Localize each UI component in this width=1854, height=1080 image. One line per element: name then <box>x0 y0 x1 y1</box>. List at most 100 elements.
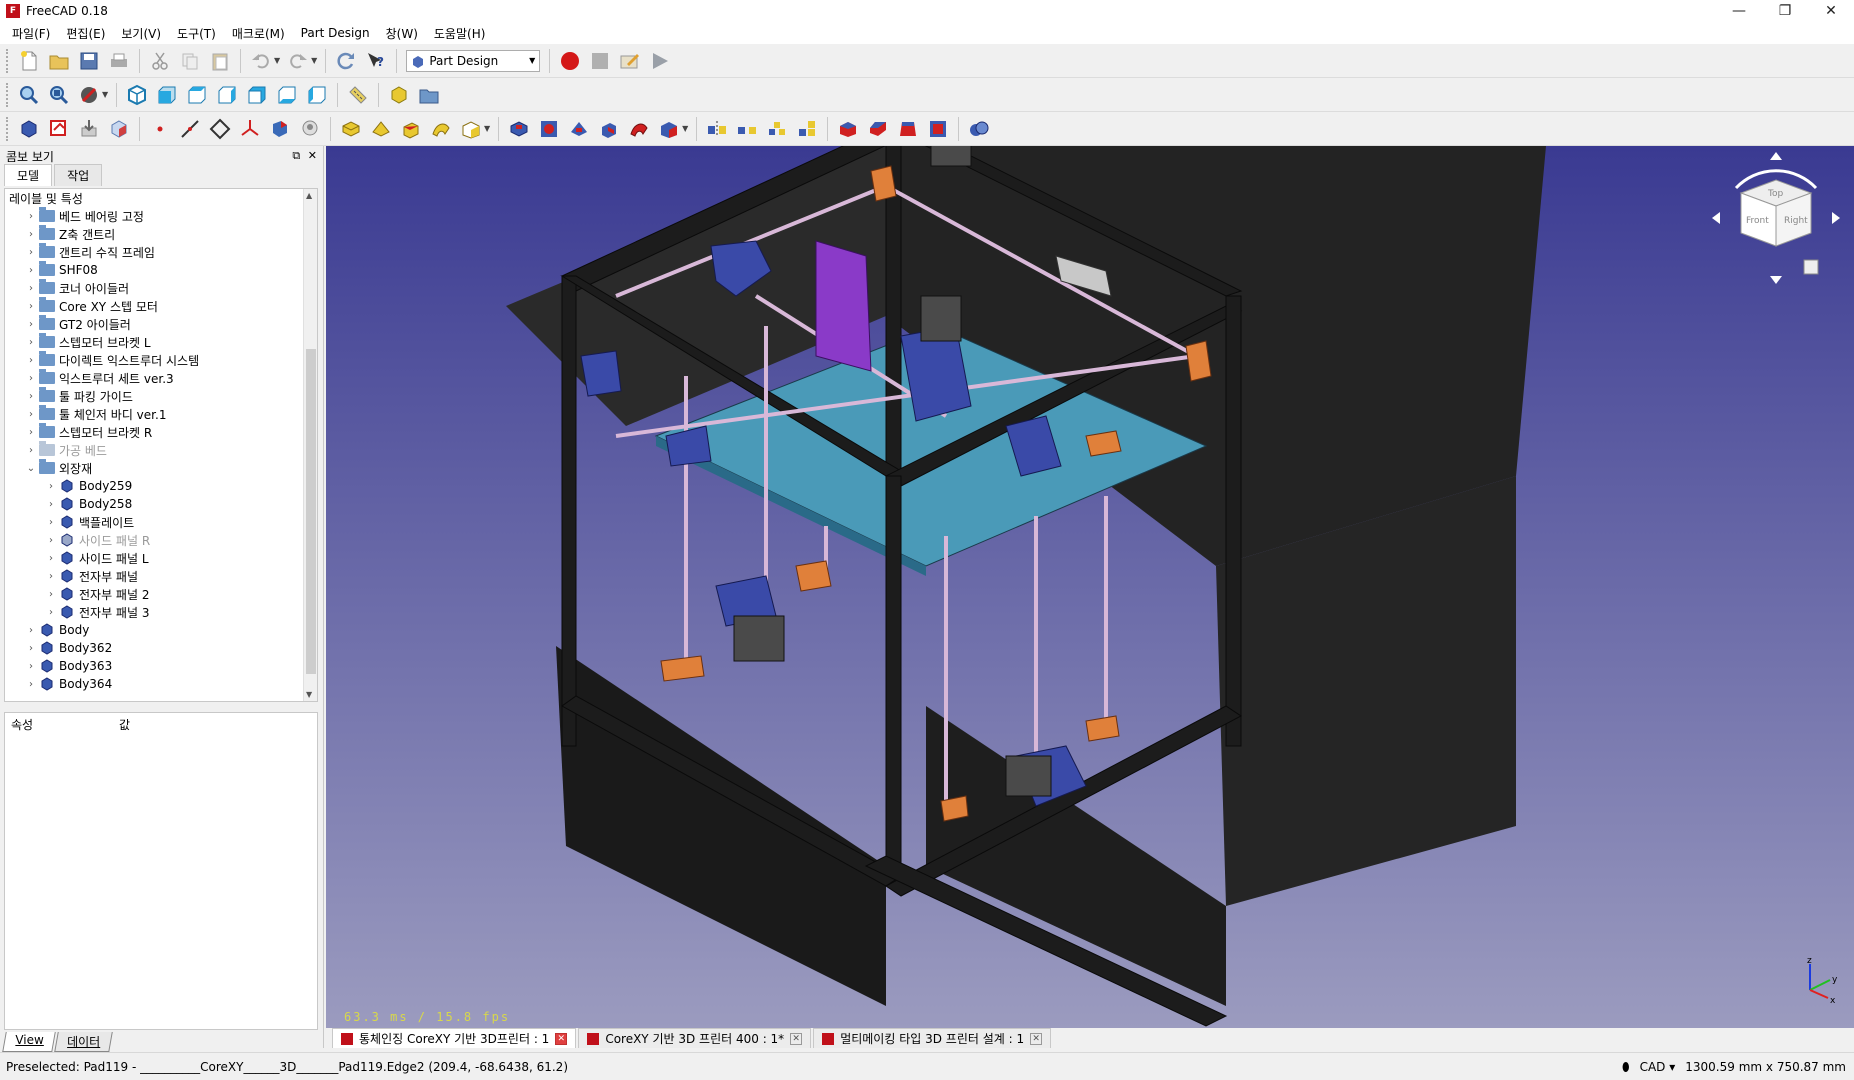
scroll-thumb[interactable] <box>306 349 316 674</box>
expand-arrow-icon[interactable]: › <box>25 229 37 240</box>
local-cs-icon[interactable] <box>238 117 262 141</box>
view-left-icon[interactable] <box>305 83 329 107</box>
navigation-cube[interactable]: Top Front Right <box>1706 148 1846 288</box>
additive-primitive-dropdown-icon[interactable]: ▼ <box>484 124 490 133</box>
expand-arrow-icon[interactable]: › <box>25 427 37 438</box>
hole-icon[interactable] <box>537 117 561 141</box>
doc-tab-3[interactable]: 멀티메이킹 타입 3D 프린터 설계 : 1 ✕ <box>813 1028 1052 1048</box>
expand-arrow-icon[interactable]: › <box>25 625 37 636</box>
tree-item[interactable]: › Core XY 스텝 모터 <box>5 297 317 315</box>
subtractive-loft-icon[interactable] <box>597 117 621 141</box>
fit-all-icon[interactable] <box>17 83 41 107</box>
tab-model[interactable]: 모델 <box>4 164 53 186</box>
close-panel-icon[interactable]: ✕ <box>308 149 317 162</box>
expand-arrow-icon[interactable]: › <box>25 265 37 276</box>
undo-dropdown-icon[interactable]: ▼ <box>274 56 280 65</box>
macro-run-icon[interactable] <box>648 49 672 73</box>
scroll-up-icon[interactable]: ▲ <box>306 191 312 200</box>
menu-help[interactable]: 도움말(H) <box>426 25 494 42</box>
tree-item[interactable]: › Body362 <box>5 639 317 657</box>
tree-child-item[interactable]: › 전자부 패널 2 <box>5 585 317 603</box>
macro-stop-icon[interactable] <box>588 49 612 73</box>
toolbar-grip[interactable] <box>6 116 10 141</box>
undo-icon[interactable] <box>249 49 273 73</box>
expand-arrow-icon[interactable]: › <box>45 571 57 582</box>
expand-arrow-icon[interactable]: › <box>25 445 37 456</box>
tree-item[interactable]: › Z축 갠트리 <box>5 225 317 243</box>
toolbar-grip[interactable] <box>6 48 10 73</box>
additive-pipe-icon[interactable] <box>429 117 453 141</box>
additive-loft-icon[interactable] <box>399 117 423 141</box>
redo-icon[interactable] <box>286 49 310 73</box>
tab-tasks[interactable]: 작업 <box>54 164 103 186</box>
print-icon[interactable] <box>107 49 131 73</box>
save-icon[interactable] <box>77 49 101 73</box>
3d-viewport[interactable]: Top Front Right z y x 63.3 ms / 15.8 fps <box>326 146 1854 1028</box>
subtractive-pipe-icon[interactable] <box>627 117 651 141</box>
workbench-selector[interactable]: Part Design ▼ <box>406 49 541 72</box>
tree-item[interactable]: › 스텝모터 브라켓 R <box>5 423 317 441</box>
menu-window[interactable]: 창(W) <box>378 25 426 42</box>
draw-style-icon[interactable] <box>77 83 101 107</box>
boolean-icon[interactable] <box>967 117 991 141</box>
expand-arrow-icon[interactable]: › <box>25 373 37 384</box>
view-top-icon[interactable] <box>185 83 209 107</box>
additive-primitive-icon[interactable] <box>459 117 483 141</box>
tree-child-item[interactable]: › 전자부 패널 3 <box>5 603 317 621</box>
tree-item[interactable]: › 툴 파킹 가이드 <box>5 387 317 405</box>
tab-data[interactable]: 데이터 <box>54 1032 114 1052</box>
menu-edit[interactable]: 편집(E) <box>58 25 113 42</box>
menu-tools[interactable]: 도구(T) <box>169 25 224 42</box>
expand-arrow-icon[interactable]: › <box>25 643 37 654</box>
menu-part-design[interactable]: Part Design <box>293 26 378 40</box>
expand-arrow-icon[interactable]: › <box>25 337 37 348</box>
expand-arrow-icon[interactable]: › <box>45 535 57 546</box>
draft-icon[interactable] <box>896 117 920 141</box>
expand-arrow-icon[interactable]: › <box>25 319 37 330</box>
expand-arrow-icon[interactable]: › <box>45 553 57 564</box>
view-isometric-icon[interactable] <box>125 83 149 107</box>
expand-arrow-icon[interactable]: › <box>25 247 37 258</box>
tree-item[interactable]: › Body364 <box>5 675 317 693</box>
tree-scrollbar[interactable]: ▲ ▼ <box>303 189 317 701</box>
expand-arrow-icon[interactable]: › <box>25 355 37 366</box>
tree-child-item[interactable]: › Body258 <box>5 495 317 513</box>
view-front-icon[interactable] <box>155 83 179 107</box>
collapse-arrow-icon[interactable]: ⌄ <box>25 463 37 474</box>
expand-arrow-icon[interactable]: › <box>25 301 37 312</box>
menu-macro[interactable]: 매크로(M) <box>224 25 293 42</box>
minimize-button[interactable]: — <box>1716 0 1762 22</box>
linear-pattern-icon[interactable] <box>735 117 759 141</box>
datum-point-icon[interactable] <box>148 117 172 141</box>
new-file-icon[interactable] <box>17 49 41 73</box>
draw-style-dropdown-icon[interactable]: ▼ <box>102 90 108 99</box>
expand-arrow-icon[interactable]: › <box>25 409 37 420</box>
expand-arrow-icon[interactable]: › <box>25 679 37 690</box>
subshape-binder-icon[interactable] <box>268 117 292 141</box>
tree-item[interactable]: › 가공 베드 <box>5 441 317 459</box>
datum-line-icon[interactable] <box>178 117 202 141</box>
validate-sketch-icon[interactable] <box>77 117 101 141</box>
view-bottom-icon[interactable] <box>275 83 299 107</box>
copy-icon[interactable] <box>178 49 202 73</box>
multi-transform-icon[interactable] <box>795 117 819 141</box>
model-tree[interactable]: 레이블 및 특성 › 베드 베어링 고정 › Z축 갠트리 › 갠트리 수직 프레임 › SH… <box>4 188 318 702</box>
revolution-icon[interactable] <box>369 117 393 141</box>
tree-child-item[interactable]: › 전자부 패널 <box>5 567 317 585</box>
expand-arrow-icon[interactable]: › <box>45 589 57 600</box>
shape-binder-icon[interactable] <box>107 117 131 141</box>
cut-icon[interactable] <box>148 49 172 73</box>
tree-item[interactable]: › 베드 베어링 고정 <box>5 207 317 225</box>
fillet-icon[interactable] <box>836 117 860 141</box>
tree-item[interactable]: › 다이렉트 익스트루더 시스템 <box>5 351 317 369</box>
tree-item[interactable]: › 익스트루더 세트 ver.3 <box>5 369 317 387</box>
toolbar-grip[interactable] <box>6 82 10 107</box>
expand-arrow-icon[interactable]: › <box>45 481 57 492</box>
tab-view[interactable]: View <box>2 1032 57 1052</box>
pad-icon[interactable] <box>339 117 363 141</box>
create-body-icon[interactable] <box>17 117 41 141</box>
refresh-icon[interactable] <box>334 49 358 73</box>
close-button[interactable]: ✕ <box>1808 0 1854 22</box>
expand-arrow-icon[interactable]: › <box>25 283 37 294</box>
view-rear-icon[interactable] <box>245 83 269 107</box>
